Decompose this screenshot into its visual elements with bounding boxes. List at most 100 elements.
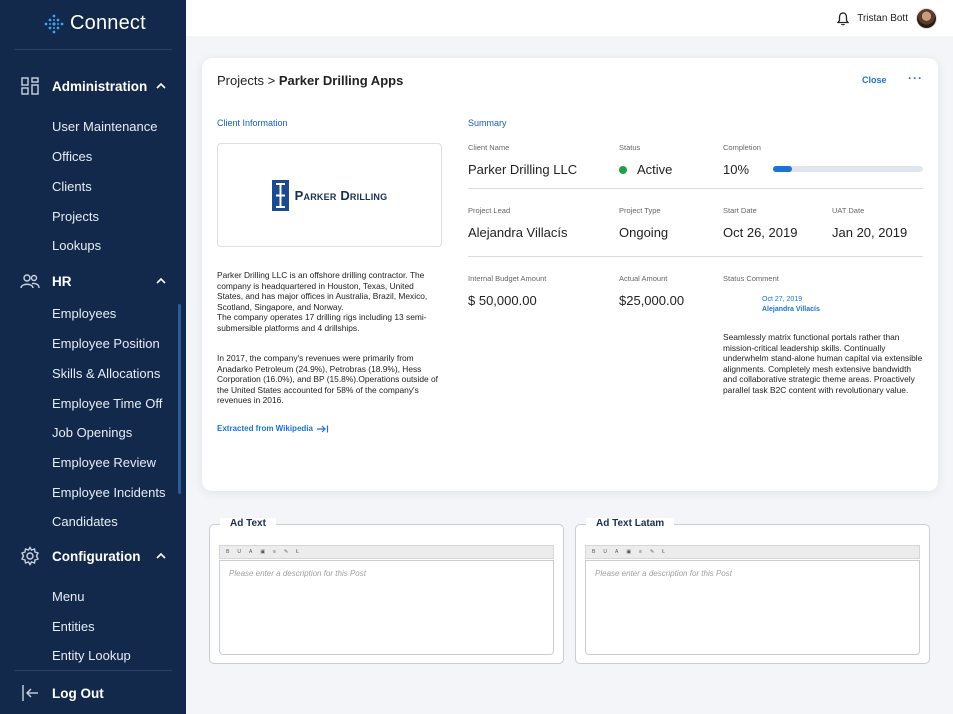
app-logo[interactable]: Connect xyxy=(44,12,146,35)
underline-button[interactable]: U xyxy=(237,549,241,555)
logout-button[interactable]: Log Out xyxy=(0,680,186,706)
sidebar-section-administration[interactable]: Administration xyxy=(0,73,186,99)
chevron-up-icon[interactable] xyxy=(156,551,166,561)
sidebar-section-configuration[interactable]: Configuration xyxy=(0,543,186,569)
text-color-button[interactable]: A xyxy=(249,549,252,555)
parker-drilling-logo-icon xyxy=(271,179,289,211)
more-options-icon[interactable]: ··· xyxy=(908,71,923,85)
client-description: Parker Drilling LLC is an offshore drill… xyxy=(217,270,442,334)
section-label: Configuration xyxy=(52,548,141,564)
sidebar-divider xyxy=(14,49,172,50)
summary-divider xyxy=(468,188,923,189)
status-dot-icon xyxy=(619,165,627,174)
sidebar-item-employee-position[interactable]: Employee Position xyxy=(52,336,160,351)
actual-amount-value: $25,000.00 xyxy=(619,293,685,308)
breadcrumb-parent[interactable]: Projects xyxy=(217,73,264,88)
topbar: Tristan Bott xyxy=(186,0,953,36)
bold-button[interactable]: B xyxy=(226,549,229,555)
client-description-p1: Parker Drilling LLC is an offshore drill… xyxy=(217,270,428,312)
project-card: Projects > Parker Drilling Apps Close ··… xyxy=(202,58,938,491)
status-value: Active xyxy=(637,162,673,177)
user-name: Tristan Bott xyxy=(857,13,908,24)
dashboard-icon xyxy=(21,77,39,95)
user-menu[interactable]: Tristan Bott xyxy=(837,8,937,29)
sidebar-item-job-openings[interactable]: Job Openings xyxy=(52,425,132,440)
image-button[interactable]: ▣ xyxy=(626,549,631,555)
chevron-up-icon[interactable] xyxy=(156,81,166,91)
comment-author[interactable]: Alejandra Villacís xyxy=(762,306,820,313)
arrow-right-to-bar-icon xyxy=(317,425,329,433)
sidebar-item-employees[interactable]: Employees xyxy=(52,306,116,321)
sidebar-item-candidates[interactable]: Candidates xyxy=(52,514,118,529)
bell-icon[interactable] xyxy=(837,11,850,26)
ad-text-latam-editor: Ad Text Latam B U A ▣ ≡ ✎ Ł xyxy=(575,518,930,664)
editor-area xyxy=(219,560,554,655)
sidebar-divider xyxy=(14,670,172,671)
sidebar-item-skills-allocations[interactable]: Skills & Allocations xyxy=(52,366,160,381)
uat-date-value: Jan 20, 2019 xyxy=(832,225,908,240)
uat-date-label: UAT Date xyxy=(832,206,865,215)
wikipedia-link[interactable]: Extracted from Wikipedia xyxy=(217,424,329,433)
section-label: HR xyxy=(52,273,72,289)
sidebar-item-employee-time-off[interactable]: Employee Time Off xyxy=(52,396,162,411)
sidebar-item-menu[interactable]: Menu xyxy=(52,589,85,604)
project-type-label: Project Type xyxy=(619,206,661,215)
project-lead-label: Project Lead xyxy=(468,206,511,215)
status-label: Status xyxy=(619,143,641,152)
sidebar: Connect Administration User Maintenance … xyxy=(0,0,186,714)
sidebar-item-employee-incidents[interactable]: Employee Incidents xyxy=(52,485,165,500)
clear-format-button[interactable]: Ł xyxy=(662,549,665,555)
summary-title: Summary xyxy=(468,118,507,128)
project-type-value: Ongoing xyxy=(619,225,669,240)
sidebar-item-lookups[interactable]: Lookups xyxy=(52,238,101,253)
people-icon xyxy=(20,274,40,289)
clear-format-button[interactable]: Ł xyxy=(296,549,299,555)
client-description-p1b: The company operates 17 drilling rigs in… xyxy=(217,312,427,333)
completion-progress-fill xyxy=(773,166,792,172)
gear-icon xyxy=(21,546,39,566)
avatar[interactable] xyxy=(916,8,937,29)
edit-button[interactable]: ✎ xyxy=(284,549,288,555)
sidebar-item-projects[interactable]: Projects xyxy=(52,209,99,224)
comment-date: Oct 27, 2019 xyxy=(762,296,803,303)
editor-toolbar: B U A ▣ ≡ ✎ Ł xyxy=(585,545,920,559)
budget-value: $ 50,000.00 xyxy=(468,293,537,308)
completion-progress-bar xyxy=(773,166,923,172)
start-date-value: Oct 26, 2019 xyxy=(723,225,798,240)
sidebar-item-clients[interactable]: Clients xyxy=(52,179,92,194)
completion-value: 10% xyxy=(723,162,750,177)
editor-title: Ad Text xyxy=(220,518,276,529)
section-label: Administration xyxy=(52,78,148,94)
list-button[interactable]: ≡ xyxy=(273,549,276,555)
summary-divider xyxy=(468,256,923,257)
editor-area xyxy=(585,560,920,655)
sidebar-item-entities[interactable]: Entities xyxy=(52,619,95,634)
app-name: Connect xyxy=(70,12,146,34)
chevron-up-icon[interactable] xyxy=(156,276,166,286)
sidebar-item-employee-review[interactable]: Employee Review xyxy=(52,455,156,470)
sidebar-item-entity-lookup[interactable]: Entity Lookup xyxy=(52,648,131,663)
client-info-title: Client Information xyxy=(217,118,288,128)
sidebar-section-hr[interactable]: HR xyxy=(0,268,186,294)
sidebar-item-user-maintenance[interactable]: User Maintenance xyxy=(52,119,158,134)
sidebar-scrollbar[interactable] xyxy=(178,304,181,494)
status-comment-label: Status Comment xyxy=(723,274,779,283)
underline-button[interactable]: U xyxy=(603,549,607,555)
edit-button[interactable]: ✎ xyxy=(650,549,654,555)
list-button[interactable]: ≡ xyxy=(639,549,642,555)
breadcrumb-separator: > xyxy=(267,73,276,88)
client-name-label: Client Name xyxy=(468,143,510,152)
ad-text-latam-input[interactable] xyxy=(595,569,910,646)
text-color-button[interactable]: A xyxy=(615,549,618,555)
client-name-value: Parker Drilling LLC xyxy=(468,162,578,177)
breadcrumb: Projects > Parker Drilling Apps xyxy=(217,73,403,88)
logout-icon xyxy=(22,685,38,701)
bold-button[interactable]: B xyxy=(592,549,595,555)
ad-text-input[interactable] xyxy=(229,569,544,646)
page-title: Parker Drilling Apps xyxy=(278,73,404,88)
image-button[interactable]: ▣ xyxy=(260,549,265,555)
client-description-p2: In 2017, the company's revenues were pri… xyxy=(217,353,438,406)
start-date-label: Start Date xyxy=(723,206,757,215)
close-button[interactable]: Close xyxy=(862,75,887,85)
sidebar-item-offices[interactable]: Offices xyxy=(52,149,92,164)
